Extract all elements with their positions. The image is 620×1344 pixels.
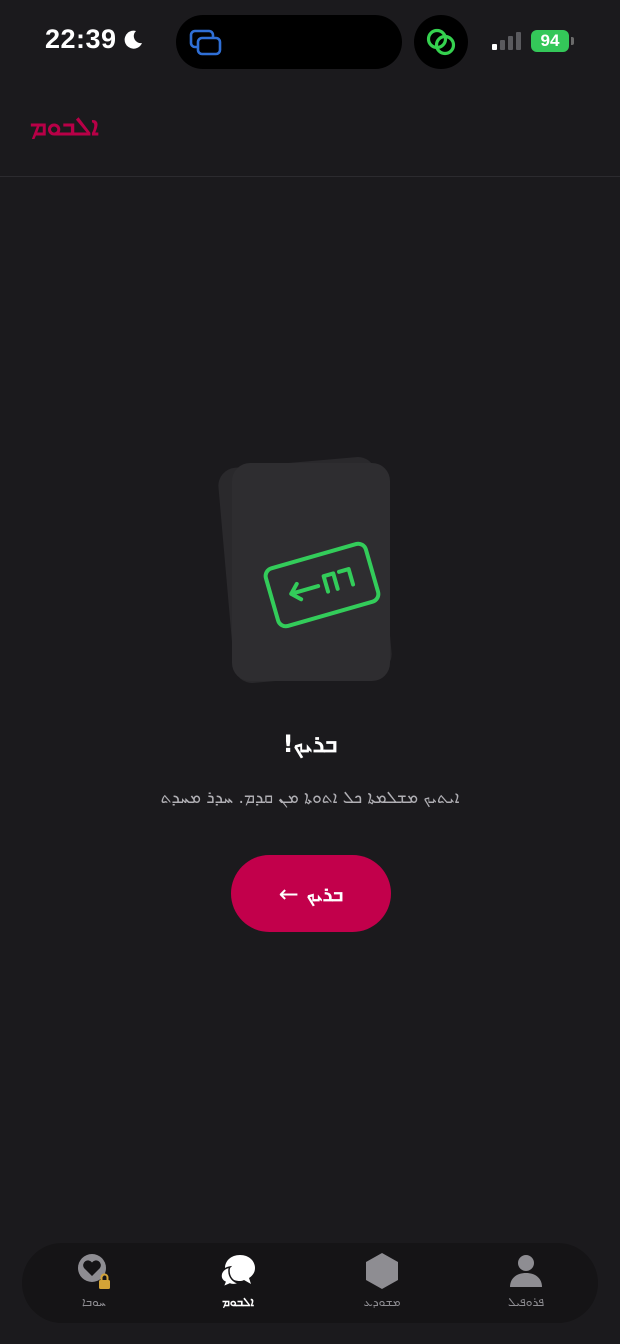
island-link[interactable] — [414, 15, 468, 69]
dynamic-island[interactable] — [176, 15, 402, 69]
chat-bubbles-icon — [220, 1255, 255, 1289]
tab-label: ܐܠܒܘܡ — [222, 1295, 254, 1309]
app-header: ܐܠܒܘܡ — [0, 84, 620, 177]
tab-bar: ܚܘܒܐ ܐܠܒܘܡ ܡܫܘܕܥ ܦܪܘܦܝܠ — [22, 1243, 598, 1323]
status-bar: 22:39 94 — [0, 0, 620, 84]
status-time: 22:39 — [45, 24, 117, 54]
tab-label: ܡܫܘܕܥ — [363, 1295, 401, 1309]
link-rings-icon — [426, 28, 456, 56]
battery-level: 94 — [540, 31, 560, 50]
screen-mirroring-icon — [189, 29, 222, 56]
arrow-left-icon: ← — [278, 879, 299, 908]
tab-album[interactable]: ܐܠܒܘܡ — [166, 1243, 310, 1323]
empty-state-description: ܐܝܬܝܟ ܡܫܠܡܬܐ ܟܠ ܐܬܘܬܐ ܡܢ ܩܕܡ. ܚܕܪ ܡܚܕܬ — [160, 788, 460, 808]
hexagon-icon — [366, 1253, 398, 1289]
tab-discover[interactable]: ܡܫܘܕܥ — [310, 1243, 454, 1323]
card-front — [232, 463, 390, 681]
moon-icon — [124, 30, 142, 49]
empty-state-title: ܒܪܝܟ! — [282, 730, 338, 758]
continue-button-label: ܒܪܝܟ — [306, 881, 344, 906]
heart-lock-icon — [78, 1254, 110, 1289]
battery-tip — [571, 37, 574, 45]
card-illustration — [216, 455, 405, 686]
signal-icon — [492, 32, 521, 50]
ticket-icon — [263, 541, 381, 629]
tab-label: ܦܪܘܦܝܠ — [507, 1295, 545, 1309]
continue-button[interactable]: ← ܒܪܝܟ — [231, 855, 391, 932]
tab-profile[interactable]: ܦܪܘܦܝܠ — [454, 1243, 598, 1323]
person-icon — [510, 1255, 542, 1287]
battery-indicator: 94 — [531, 30, 569, 52]
tab-favorites[interactable]: ܚܘܒܐ — [22, 1243, 166, 1323]
page-title: ܐܠܒܘܡ — [30, 112, 99, 142]
tab-label: ܚܘܒܐ — [82, 1295, 106, 1309]
